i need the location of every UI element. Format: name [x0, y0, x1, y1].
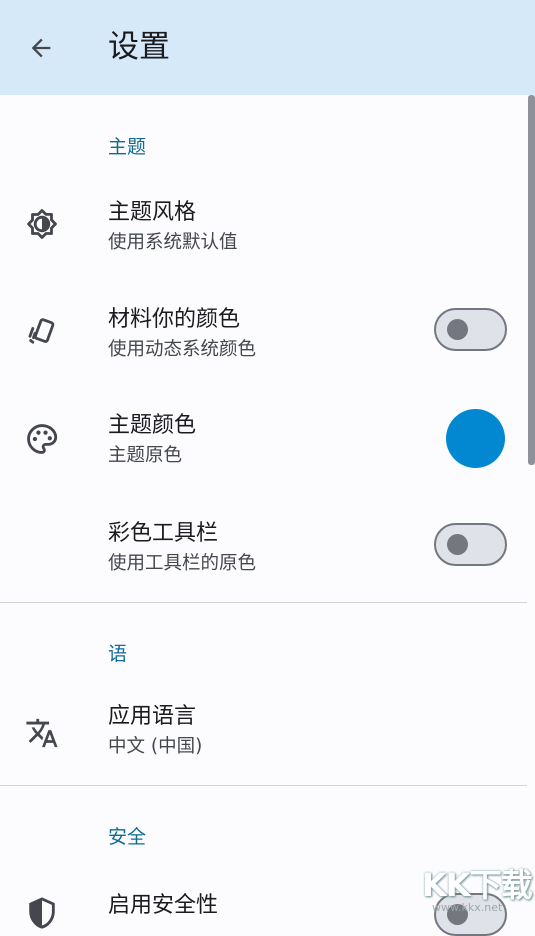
- shield-icon: [22, 893, 62, 933]
- back-button[interactable]: [20, 27, 62, 69]
- arrow-back-icon: [31, 38, 51, 58]
- watermark-logo: KK下载 www.kkx.net: [418, 858, 535, 915]
- toggle-knob: [447, 319, 468, 340]
- setting-theme-color[interactable]: 主题颜色 主题原色: [0, 387, 527, 493]
- top-app-bar: 设置: [0, 0, 535, 95]
- setting-subtitle: 使用工具栏的原色: [108, 553, 257, 574]
- setting-title: 主题颜色: [108, 413, 197, 438]
- page-title: 设置: [108, 29, 170, 65]
- colored-toolbar-toggle[interactable]: [434, 523, 507, 566]
- setting-subtitle: 中文 (中国): [108, 736, 203, 757]
- setting-app-language[interactable]: 应用语言 中文 (中国): [0, 680, 527, 786]
- setting-title: 材料你的颜色: [108, 307, 241, 332]
- toggle-knob: [447, 534, 468, 555]
- settings-list: 主题 主题风格 使用系统默认值 材料你的颜色 使用动态系统颜色 主题颜色 主题原…: [0, 95, 535, 936]
- section-header-security: 安全: [108, 826, 147, 848]
- setting-subtitle: 使用动态系统颜色: [108, 339, 257, 360]
- brightness-auto-icon: [22, 204, 62, 244]
- translate-icon: [22, 713, 62, 753]
- section-header-language: 语: [108, 643, 128, 665]
- material-you-toggle[interactable]: [434, 308, 507, 351]
- setting-material-you-colors[interactable]: 材料你的颜色 使用动态系统颜色: [0, 279, 527, 385]
- watermark-text: KK下载: [422, 866, 533, 904]
- divider: [0, 785, 527, 786]
- section-header-theme: 主题: [108, 136, 147, 158]
- setting-title: 彩色工具栏: [108, 521, 219, 546]
- cards-icon: [22, 312, 62, 352]
- setting-subtitle: 使用系统默认值: [108, 232, 238, 253]
- setting-theme-style[interactable]: 主题风格 使用系统默认值: [0, 173, 527, 279]
- divider: [0, 602, 527, 603]
- setting-colored-toolbar[interactable]: 彩色工具栏 使用工具栏的原色: [0, 495, 527, 601]
- setting-subtitle: 主题原色: [108, 445, 183, 466]
- palette-icon: [22, 419, 62, 459]
- setting-title: 应用语言: [108, 704, 197, 729]
- setting-title: 主题风格: [108, 200, 197, 225]
- setting-title: 启用安全性: [108, 893, 219, 918]
- theme-color-swatch[interactable]: [446, 409, 505, 468]
- watermark-subtext: www.kkx.net: [432, 901, 503, 914]
